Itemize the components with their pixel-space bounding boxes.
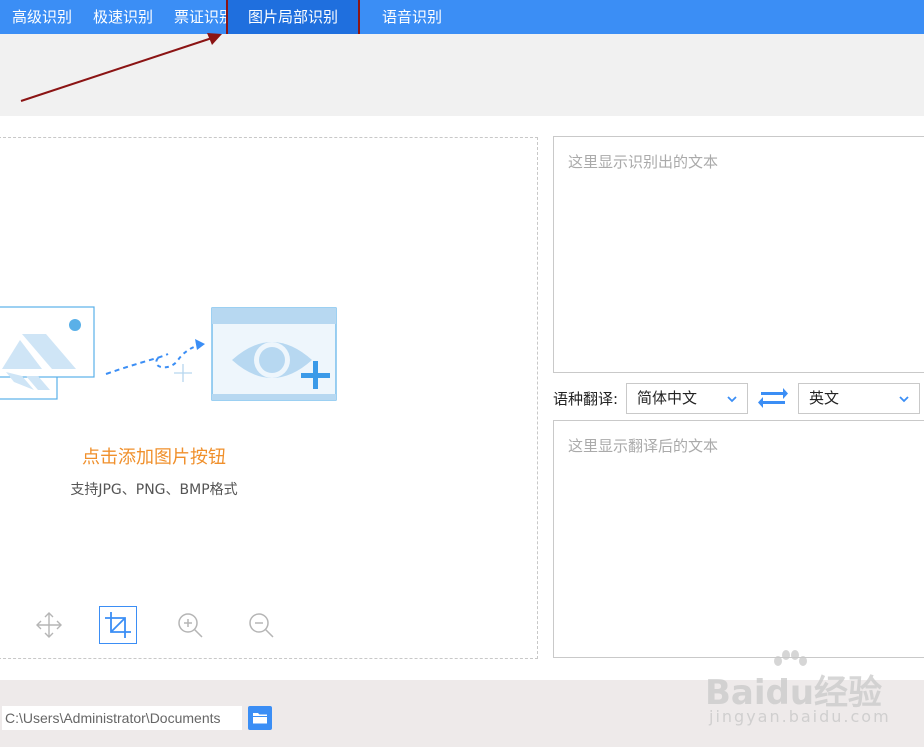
save-path-input[interactable]	[2, 706, 242, 730]
add-image-illustration[interactable]	[0, 300, 345, 410]
recognition-result-textbox[interactable]: 这里显示识别出的文本	[553, 136, 924, 373]
eye-window-icon	[211, 307, 337, 401]
recognition-result-placeholder: 这里显示识别出的文本	[568, 153, 719, 171]
crop-icon	[105, 612, 131, 638]
browse-folder-button[interactable]	[248, 706, 272, 730]
crop-button[interactable]	[99, 606, 137, 644]
zoom-in-button[interactable]	[171, 606, 209, 644]
translation-result-placeholder: 这里显示翻译后的文本	[568, 437, 719, 455]
swap-languages-icon[interactable]	[758, 386, 788, 410]
folder-icon	[253, 713, 267, 724]
move-button[interactable]	[30, 606, 68, 644]
source-language-select[interactable]: 简体中文	[626, 383, 748, 414]
translation-language-label: 语种翻译:	[553, 390, 619, 408]
supported-formats-label: 支持JPG、PNG、BMP格式	[70, 482, 238, 498]
annotation-arrow	[20, 33, 222, 102]
add-image-label[interactable]: 点击添加图片按钮	[0, 443, 308, 469]
chevron-down-icon	[899, 396, 909, 403]
tab-voice-recognition[interactable]: 语音识别	[382, 0, 442, 34]
zoom-out-icon	[249, 613, 274, 638]
picture-icon	[0, 306, 95, 400]
zoom-in-icon	[178, 613, 203, 638]
move-icon	[36, 612, 62, 638]
watermark-sub-text: jingyan.baidu.com	[709, 707, 891, 726]
target-language-select[interactable]: 英文	[798, 383, 920, 414]
source-language-value: 简体中文	[637, 389, 698, 407]
chevron-down-icon	[727, 396, 737, 403]
translation-result-textbox[interactable]: 这里显示翻译后的文本	[553, 420, 924, 658]
zoom-out-button[interactable]	[242, 606, 280, 644]
baidu-watermark: Baidu经验 jingyan.baidu.com	[705, 650, 920, 745]
target-language-value: 英文	[809, 389, 840, 407]
